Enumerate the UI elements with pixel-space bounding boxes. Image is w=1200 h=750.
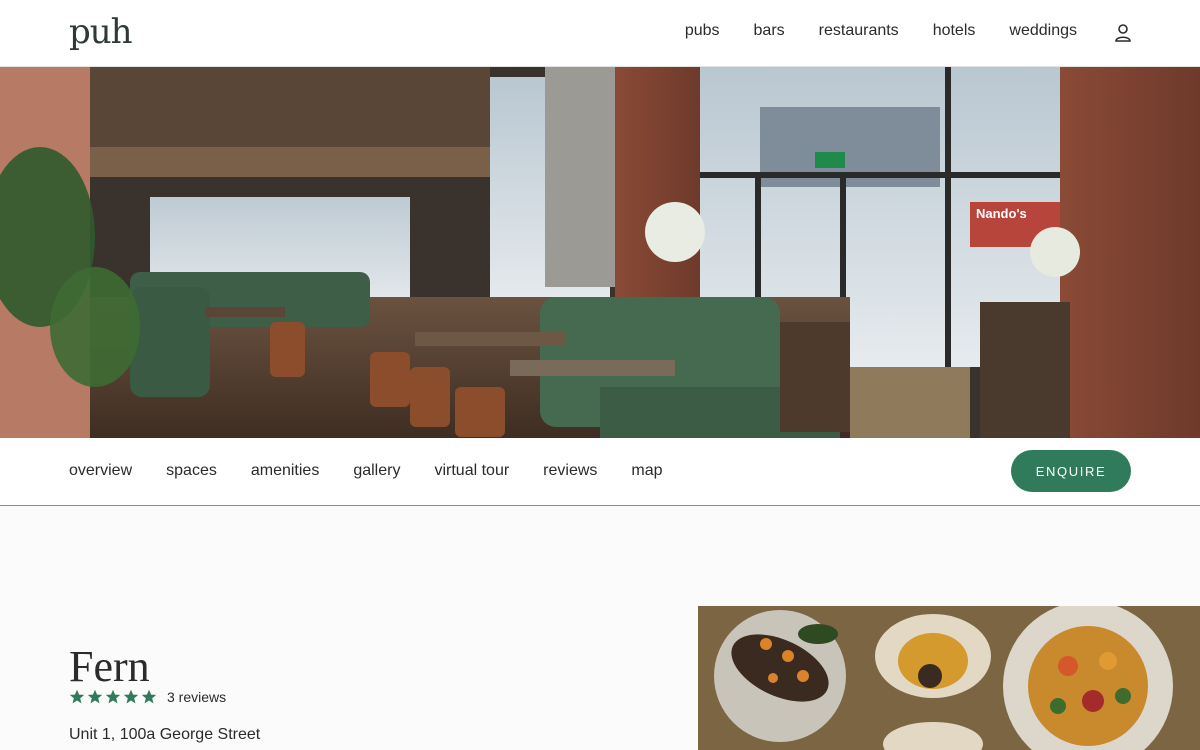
star-icon [105, 689, 121, 704]
rating-row[interactable]: 3 reviews [69, 689, 226, 705]
site-header: puh pubs bars restaurants hotels wedding… [0, 0, 1200, 67]
star-icon [123, 689, 139, 704]
food-photo [698, 606, 1200, 750]
enquire-button[interactable]: ENQUIRE [1011, 450, 1131, 492]
subnav-reviews[interactable]: reviews [543, 462, 597, 480]
section-subnav: overview spaces amenities gallery virtua… [0, 438, 1200, 506]
subnav-gallery[interactable]: gallery [353, 462, 400, 480]
nav-item-restaurants[interactable]: restaurants [819, 22, 899, 40]
brand-logo[interactable]: puh [69, 12, 133, 52]
subnav-map[interactable]: map [631, 462, 662, 480]
star-icon [69, 689, 85, 704]
subnav-amenities[interactable]: amenities [251, 462, 319, 480]
hero-image: Nando's [0, 67, 1200, 438]
subnav-spaces[interactable]: spaces [166, 462, 217, 480]
nav-item-bars[interactable]: bars [754, 22, 785, 40]
nav-item-hotels[interactable]: hotels [933, 22, 976, 40]
star-icon [87, 689, 103, 704]
main-nav: pubs bars restaurants hotels weddings [685, 22, 1077, 40]
reviews-count[interactable]: 3 reviews [167, 689, 226, 705]
nandos-sign-text: Nando's [976, 206, 1027, 221]
venue-title: Fern [69, 642, 150, 691]
user-icon[interactable] [1113, 23, 1133, 43]
subnav-virtual-tour[interactable]: virtual tour [434, 462, 509, 480]
subnav-overview[interactable]: overview [69, 462, 132, 480]
venue-overview: Fern 3 reviews Unit 1, 100a George Stree… [0, 506, 1200, 750]
star-icon [141, 689, 157, 704]
venue-address: Unit 1, 100a George Street [69, 726, 261, 743]
nav-item-weddings[interactable]: weddings [1009, 22, 1077, 40]
nav-item-pubs[interactable]: pubs [685, 22, 720, 40]
